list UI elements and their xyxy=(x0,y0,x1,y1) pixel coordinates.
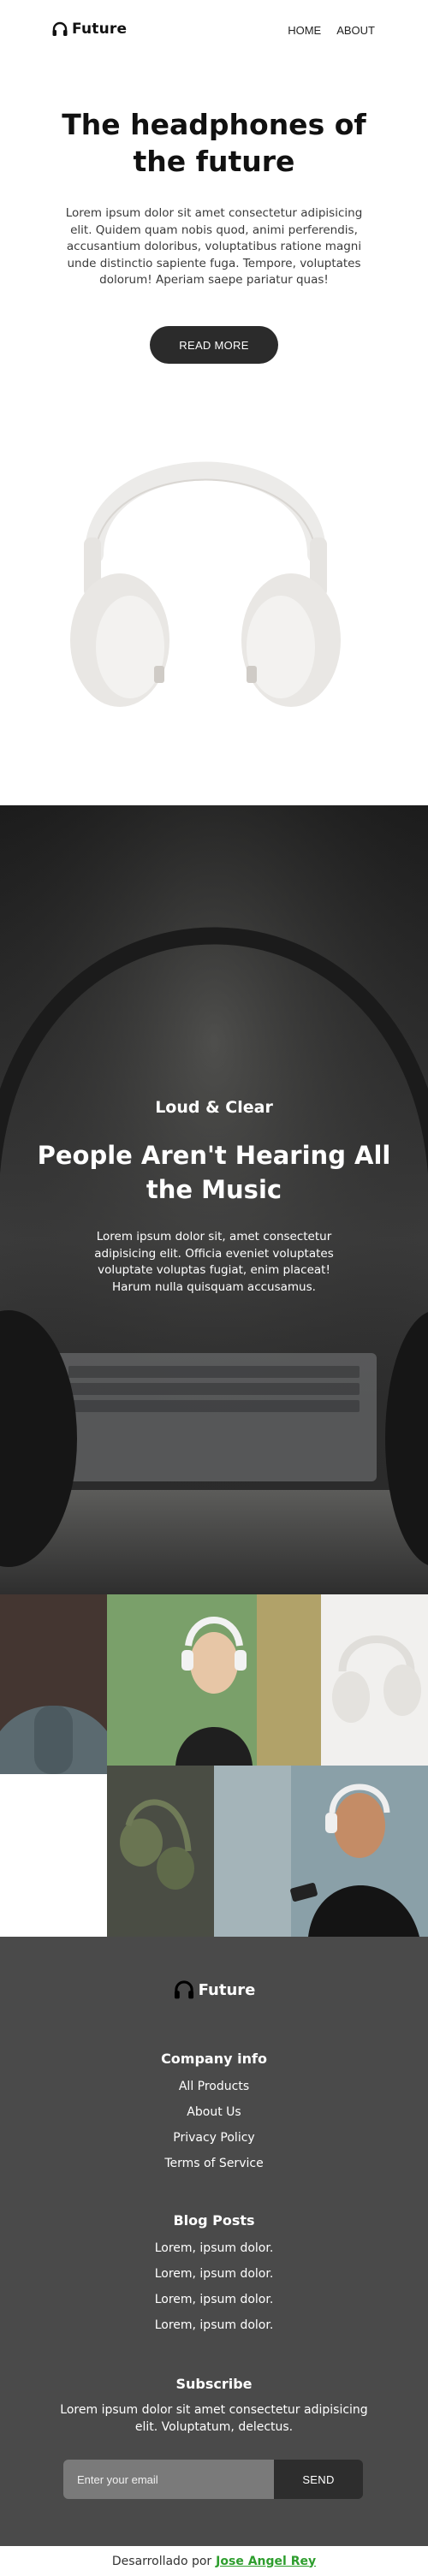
subscribe-form: SEND xyxy=(63,2460,363,2499)
white-headphones-image xyxy=(70,461,341,707)
nav-home-link[interactable]: HOME xyxy=(288,24,321,37)
feature-kicker: Loud & Clear xyxy=(155,1098,273,1117)
feature-description: Lorem ipsum dolor sit, amet consectetur … xyxy=(94,1230,334,1294)
hero-title: The headphones of the future xyxy=(62,108,366,178)
author-link[interactable]: Jose Angel Rey xyxy=(216,2555,316,2568)
white-headphones-product-image xyxy=(321,1594,428,1766)
subscribe-heading: Subscribe xyxy=(175,2376,253,2392)
credit-prefix: Desarrollado por xyxy=(111,2554,212,2568)
subscribe-description: Lorem ipsum dolor sit amet consectetur a… xyxy=(60,2403,368,2434)
company-info-list: All Products About Us Privacy Policy Ter… xyxy=(0,2074,428,2176)
email-input[interactable] xyxy=(63,2460,274,2499)
footer-link-terms-of-service[interactable]: Terms of Service xyxy=(0,2151,428,2176)
headphones-icon xyxy=(174,1980,193,1999)
microphone-image xyxy=(0,1594,107,1774)
blog-posts-heading: Blog Posts xyxy=(173,2212,255,2229)
headphones-icon xyxy=(52,21,68,36)
blog-post-link[interactable]: Lorem, ipsum dolor. xyxy=(0,2261,428,2287)
green-headphones-image xyxy=(107,1766,214,1937)
footer-link-privacy-policy[interactable]: Privacy Policy xyxy=(0,2125,428,2151)
site-header: Future HOME ABOUT xyxy=(0,0,428,62)
hero-description: Lorem ipsum dolor sit amet consectetur a… xyxy=(65,206,363,287)
man-with-headphones-image xyxy=(214,1766,428,1937)
brand-name: Future xyxy=(72,21,128,38)
nav-about-link[interactable]: ABOUT xyxy=(336,24,375,37)
blog-post-link[interactable]: Lorem, ipsum dolor. xyxy=(0,2287,428,2312)
send-button[interactable]: SEND xyxy=(274,2460,363,2499)
blog-post-link[interactable]: Lorem, ipsum dolor. xyxy=(0,2235,428,2261)
footer-link-about-us[interactable]: About Us xyxy=(0,2099,428,2125)
blog-posts-list: Lorem, ipsum dolor. Lorem, ipsum dolor. … xyxy=(0,2235,428,2338)
image-gallery xyxy=(0,1594,428,1937)
feature-title: People Aren't Hearing All the Music xyxy=(37,1141,391,1204)
gallery-grid xyxy=(0,1594,428,1937)
developer-credit: Desarrollado por Jose Angel Rey xyxy=(0,2546,428,2576)
read-more-button[interactable]: READ MORE xyxy=(150,326,278,364)
footer-link-all-products[interactable]: All Products xyxy=(0,2074,428,2099)
woman-with-headphones-image xyxy=(107,1594,321,1766)
footer-brand-name: Future xyxy=(198,1980,256,1999)
footer-brand-logo[interactable]: Future xyxy=(0,1979,428,2001)
main-nav: HOME ABOUT xyxy=(288,24,375,37)
brand-logo[interactable]: Future xyxy=(51,21,127,38)
blog-post-link[interactable]: Lorem, ipsum dolor. xyxy=(0,2312,428,2338)
company-info-heading: Company info xyxy=(161,2051,267,2067)
